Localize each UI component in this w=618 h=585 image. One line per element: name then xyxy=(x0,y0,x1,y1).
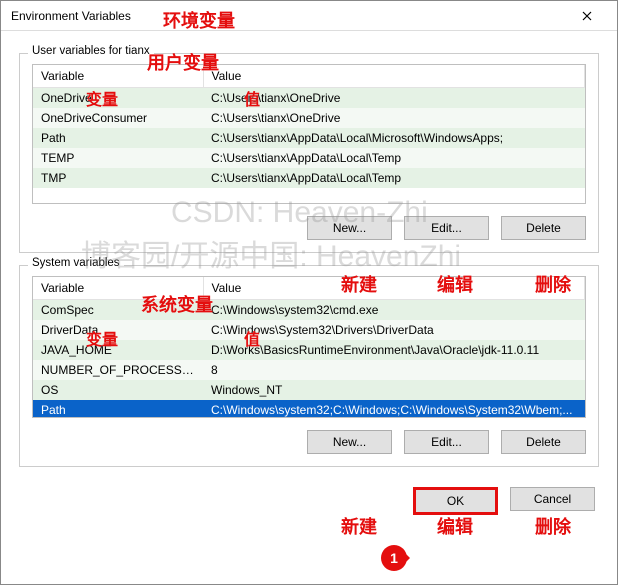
table-row[interactable]: ComSpecC:\Windows\system32\cmd.exe xyxy=(33,299,585,320)
cell-variable: OneDrive xyxy=(33,87,203,108)
table-row[interactable]: TEMPC:\Users\tianx\AppData\Local\Temp xyxy=(33,148,585,168)
sys-col-value[interactable]: Value xyxy=(203,277,585,299)
cell-value: 8 xyxy=(203,360,585,380)
cell-value: D:\Works\BasicsRuntimeEnvironment\Java\O… xyxy=(203,340,585,360)
sys-new-button[interactable]: New... xyxy=(307,430,392,454)
cell-value: C:\Users\tianx\AppData\Local\Temp xyxy=(203,148,585,168)
user-variables-group: User variables for tianx Variable Value … xyxy=(19,53,599,253)
table-row[interactable]: OneDriveConsumerC:\Users\tianx\OneDrive xyxy=(33,108,585,128)
cell-variable: Path xyxy=(33,400,203,419)
table-row[interactable]: OneDriveC:\Users\tianx\OneDrive xyxy=(33,87,585,108)
cell-value: C:\Windows\System32\Drivers\DriverData xyxy=(203,320,585,340)
cell-value: C:\Windows\system32;C:\Windows;C:\Window… xyxy=(203,400,585,419)
table-row[interactable]: OSWindows_NT xyxy=(33,380,585,400)
system-table[interactable]: Variable Value ComSpecC:\Windows\system3… xyxy=(32,276,586,418)
user-col-variable[interactable]: Variable xyxy=(33,65,203,87)
table-row[interactable]: PathC:\Windows\system32;C:\Windows;C:\Wi… xyxy=(33,400,585,419)
cell-value: C:\Users\tianx\AppData\Local\Temp xyxy=(203,168,585,188)
cell-value: C:\Windows\system32\cmd.exe xyxy=(203,299,585,320)
close-button[interactable] xyxy=(567,2,607,30)
cell-variable: DriverData xyxy=(33,320,203,340)
table-row[interactable]: NUMBER_OF_PROCESSORS8 xyxy=(33,360,585,380)
cell-value: C:\Users\tianx\OneDrive xyxy=(203,87,585,108)
cell-variable: ComSpec xyxy=(33,299,203,320)
cell-variable: OneDriveConsumer xyxy=(33,108,203,128)
user-delete-button[interactable]: Delete xyxy=(501,216,586,240)
sys-delete-button[interactable]: Delete xyxy=(501,430,586,454)
close-icon xyxy=(582,11,592,21)
table-row[interactable]: DriverDataC:\Windows\System32\Drivers\Dr… xyxy=(33,320,585,340)
table-row[interactable]: TMPC:\Users\tianx\AppData\Local\Temp xyxy=(33,168,585,188)
window-title: Environment Variables xyxy=(11,9,131,23)
cell-value: C:\Users\tianx\OneDrive xyxy=(203,108,585,128)
cell-variable: TMP xyxy=(33,168,203,188)
cell-variable: TEMP xyxy=(33,148,203,168)
ann-bubble-1: 1 xyxy=(381,545,407,571)
cell-variable: NUMBER_OF_PROCESSORS xyxy=(33,360,203,380)
cell-variable: OS xyxy=(33,380,203,400)
sys-edit-button[interactable]: Edit... xyxy=(404,430,489,454)
user-new-button[interactable]: New... xyxy=(307,216,392,240)
cancel-button[interactable]: Cancel xyxy=(510,487,595,511)
system-variables-group: System variables Variable Value ComSpecC… xyxy=(19,265,599,467)
user-table[interactable]: Variable Value OneDriveC:\Users\tianx\On… xyxy=(32,64,586,204)
user-col-value[interactable]: Value xyxy=(203,65,585,87)
cell-value: Windows_NT xyxy=(203,380,585,400)
user-edit-button[interactable]: Edit... xyxy=(404,216,489,240)
ok-button[interactable]: OK xyxy=(413,487,498,515)
system-group-label: System variables xyxy=(28,257,124,269)
titlebar: Environment Variables xyxy=(1,1,617,31)
table-row[interactable]: JAVA_HOMED:\Works\BasicsRuntimeEnvironme… xyxy=(33,340,585,360)
sys-col-variable[interactable]: Variable xyxy=(33,277,203,299)
cell-variable: JAVA_HOME xyxy=(33,340,203,360)
cell-variable: Path xyxy=(33,128,203,148)
env-vars-dialog: Environment Variables User variables for… xyxy=(0,0,618,585)
user-group-label: User variables for tianx xyxy=(28,45,154,57)
cell-value: C:\Users\tianx\AppData\Local\Microsoft\W… xyxy=(203,128,585,148)
table-row[interactable]: PathC:\Users\tianx\AppData\Local\Microso… xyxy=(33,128,585,148)
